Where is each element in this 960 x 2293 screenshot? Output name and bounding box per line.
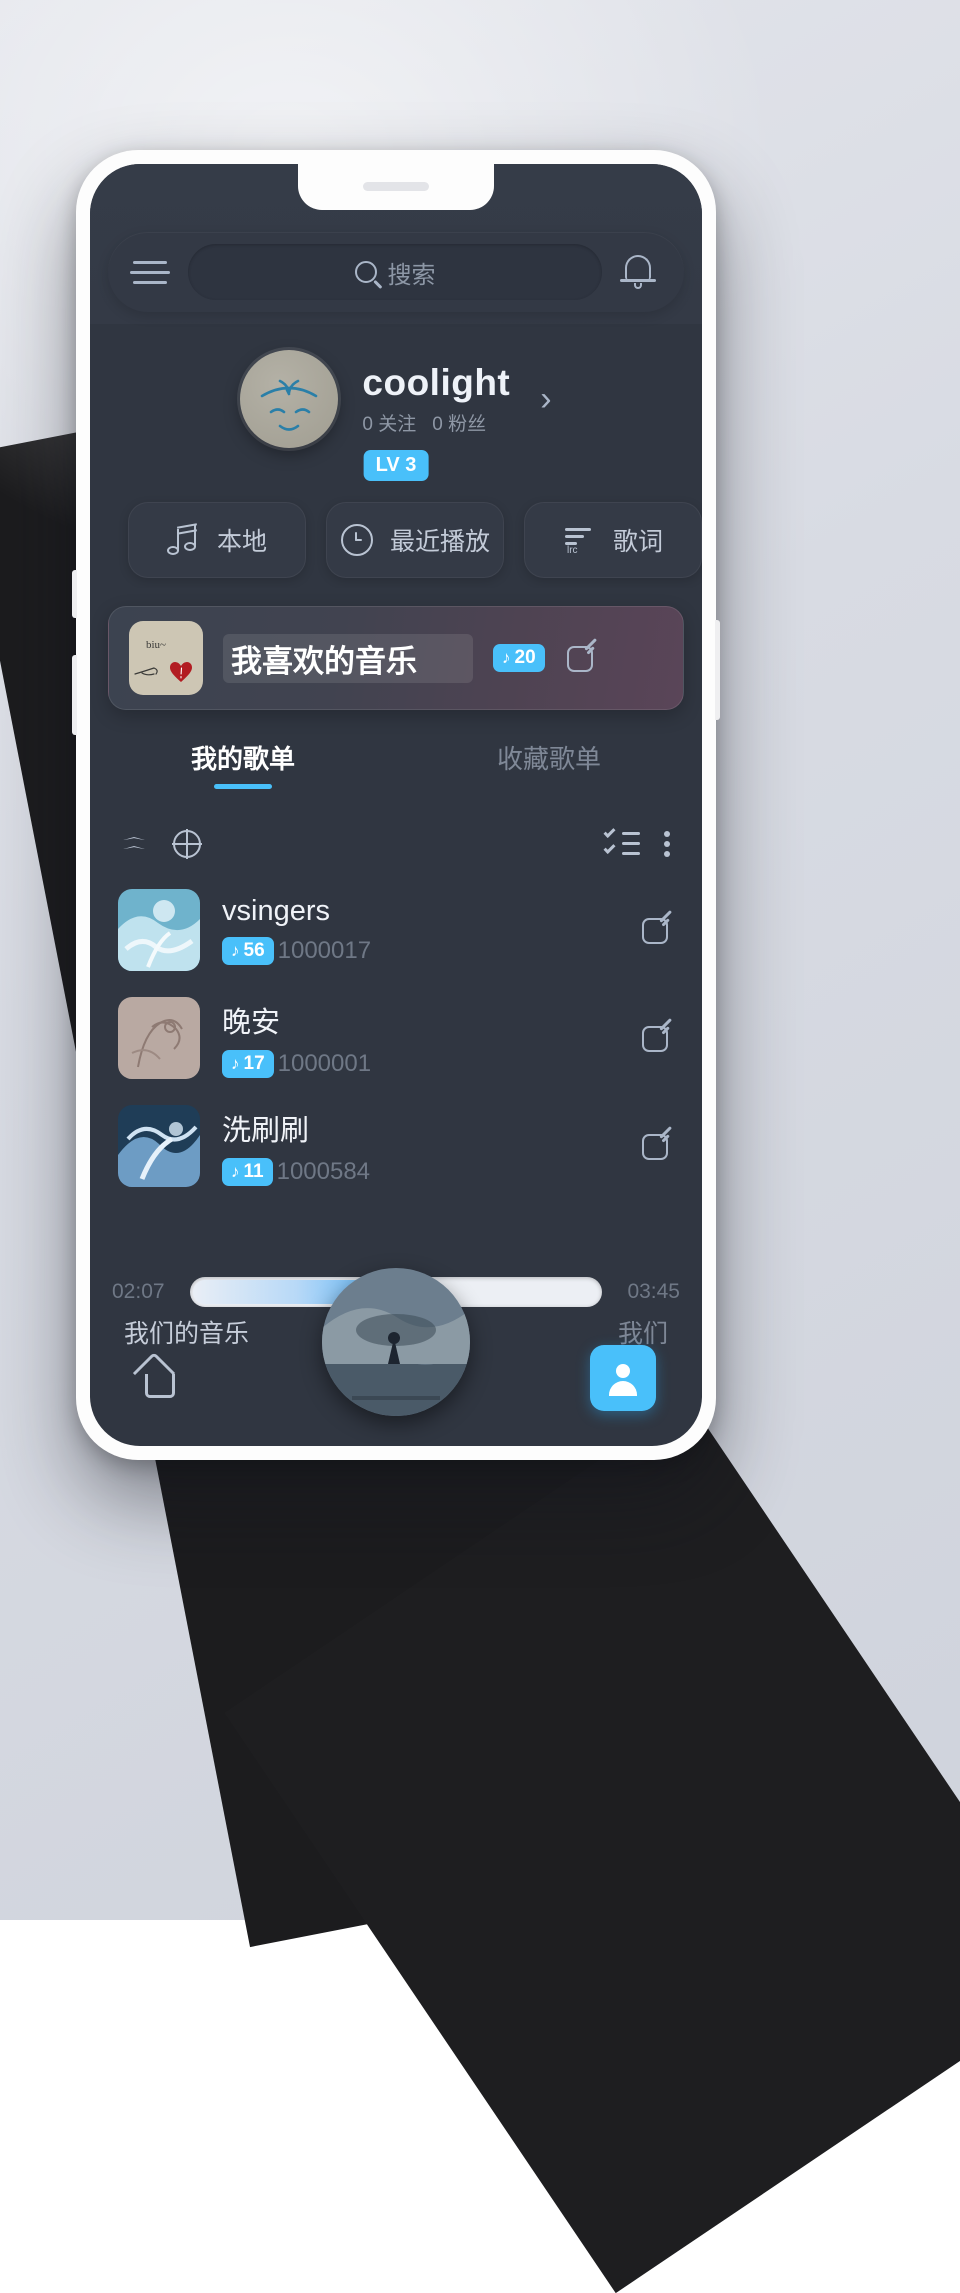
chip-label: 歌词 (613, 522, 663, 558)
profile-username: coolight (362, 362, 510, 404)
toolbar-left-group (118, 827, 204, 861)
edit-icon[interactable] (640, 1021, 674, 1055)
tab-indicator (214, 784, 272, 789)
tab-label: 我的歌单 (191, 739, 295, 776)
avatar[interactable] (240, 350, 338, 448)
add-circle-icon[interactable] (170, 827, 204, 861)
edit-icon[interactable] (640, 913, 674, 947)
phone-power-button (715, 620, 720, 720)
playlist-tabs: 我的歌单 收藏歌单 (90, 732, 702, 796)
edit-icon[interactable] (565, 641, 599, 675)
song-count-badge: ♪ 11 (222, 1158, 273, 1186)
playlist-thumbnail (118, 889, 200, 971)
song-count-badge: ♪ 56 (222, 937, 274, 965)
avatar-drawing (240, 350, 338, 448)
tab-my-playlists[interactable]: 我的歌单 (90, 732, 396, 796)
count-value: 17 (244, 1053, 265, 1075)
count-value: 56 (244, 940, 265, 962)
hand-drawing (134, 663, 168, 679)
phone-mute-button (72, 570, 77, 618)
lrc-icon-text: lrc (567, 545, 578, 556)
song-count-badge: ♪ 17 (222, 1050, 274, 1078)
bottom-nav (90, 1332, 702, 1424)
tab-saved-playlists[interactable]: 收藏歌单 (396, 732, 702, 796)
phone-volume-button (72, 655, 77, 735)
followers-stat[interactable]: 0 粉丝 (432, 409, 486, 436)
count-value: 20 (515, 647, 536, 669)
chip-recently-played[interactable]: 最近播放 (326, 502, 504, 578)
menu-line (130, 271, 170, 274)
favorite-playlist-title: 我喜欢的音乐 (223, 634, 473, 683)
double-chevron-up-icon[interactable] (118, 828, 150, 860)
playlist-meta: 洗刷刷 ♪ 11 1000584 (222, 1107, 618, 1186)
playlist-sub: ♪ 56 1000017 (222, 937, 618, 965)
phone-mockup: 搜索 (76, 150, 716, 1460)
playlist-list: vsingers ♪ 56 1000017 (90, 876, 702, 1200)
tab-indicator (520, 784, 578, 789)
menu-line (133, 281, 167, 284)
tab-label: 收藏歌单 (497, 739, 601, 776)
playlist-id: 1000584 (277, 1158, 370, 1186)
header-bar: 搜索 (108, 232, 684, 312)
quick-action-chips: 本地 最近播放 lrc 歌词 (90, 492, 702, 588)
checklist-icon[interactable] (604, 828, 640, 860)
chip-lyrics[interactable]: lrc 歌词 (524, 502, 702, 578)
list-item[interactable]: 晚安 ♪ 17 1000001 (90, 984, 702, 1092)
chip-local[interactable]: 本地 (128, 502, 306, 578)
list-item[interactable]: 洗刷刷 ♪ 11 1000584 (90, 1092, 702, 1200)
chip-label: 最近播放 (390, 522, 490, 558)
search-placeholder: 搜索 (388, 255, 436, 290)
search-input[interactable]: 搜索 (188, 244, 602, 300)
playlist-toolbar (90, 812, 702, 876)
menu-line (133, 261, 167, 264)
clock-icon (340, 523, 374, 557)
heart-icon (169, 661, 193, 683)
more-vertical-icon[interactable] (662, 828, 674, 860)
search-icon (355, 261, 377, 283)
favorite-song-count-badge: ♪ 20 (493, 644, 545, 672)
following-stat[interactable]: 0 关注 (362, 409, 416, 436)
profile-tab-button[interactable] (590, 1345, 656, 1411)
list-item[interactable]: vsingers ♪ 56 1000017 (90, 876, 702, 984)
album-cover[interactable] (322, 1268, 470, 1416)
playlist-sub: ♪ 17 1000001 (222, 1050, 618, 1078)
playlist-id: 1000001 (278, 1050, 371, 1078)
playlist-name: vsingers (222, 895, 618, 928)
playlist-sub: ♪ 11 1000584 (222, 1158, 618, 1186)
playlist-meta: 晚安 ♪ 17 1000001 (222, 999, 618, 1078)
edit-icon[interactable] (640, 1129, 674, 1163)
hamburger-menu-icon[interactable] (130, 250, 174, 294)
profile-stats: 0 关注 0 粉丝 (362, 409, 510, 436)
profile-chevron-right-icon[interactable]: › (540, 380, 551, 419)
note-glyph: ♪ (502, 648, 511, 668)
profile-info: coolight 0 关注 0 粉丝 (362, 362, 510, 436)
favorite-playlist-thumbnail: biu~ (129, 621, 203, 695)
count-value: 11 (244, 1161, 264, 1183)
thumb-text: biu~ (146, 639, 166, 651)
favorite-playlist-card[interactable]: biu~ 我喜欢的音乐 ♪ 20 (108, 606, 684, 710)
playlist-thumbnail (118, 997, 200, 1079)
toolbar-right-group (604, 828, 674, 860)
playlist-name: 晚安 (222, 999, 618, 1041)
person-icon (605, 1360, 641, 1396)
phone-notch (298, 164, 494, 210)
level-badge: LV 3 (364, 450, 429, 481)
lrc-icon: lrc (563, 523, 597, 557)
home-icon[interactable] (136, 1354, 184, 1402)
player-bar: 02:07 03:45 我们的音乐 我们 (90, 1252, 702, 1446)
duration-time: 03:45 (616, 1280, 680, 1304)
playlist-meta: vsingers ♪ 56 1000017 (222, 895, 618, 965)
playlist-id: 1000017 (278, 937, 371, 965)
phone-screen: 搜索 (90, 164, 702, 1446)
music-note-icon (167, 523, 201, 557)
playlist-thumbnail (118, 1105, 200, 1187)
chip-label: 本地 (217, 522, 267, 558)
bell-icon[interactable] (616, 249, 662, 295)
notch-speaker (363, 182, 429, 191)
elapsed-time: 02:07 (112, 1280, 176, 1304)
playlist-name: 洗刷刷 (222, 1107, 618, 1149)
